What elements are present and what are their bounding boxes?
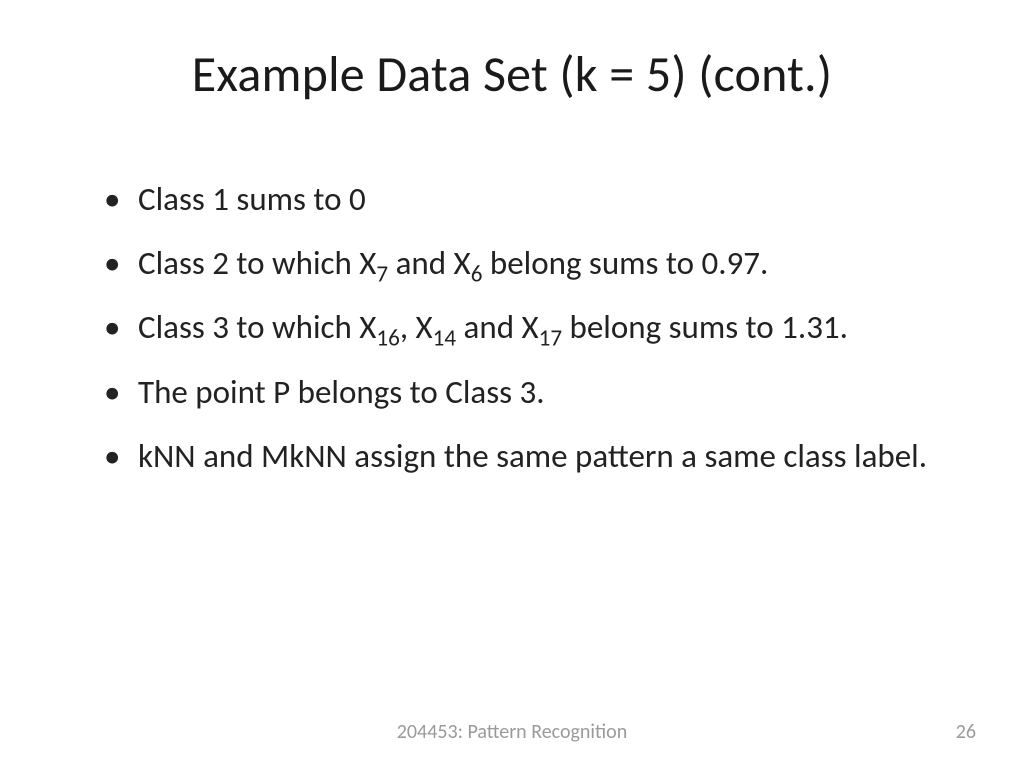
subscript: 7 bbox=[376, 261, 388, 289]
bullet-list: Class 1 sums to 0 Class 2 to which X7 an… bbox=[98, 178, 938, 477]
bullet-item: Class 1 sums to 0 bbox=[98, 178, 938, 220]
bullet-text-part: and X bbox=[456, 307, 539, 347]
bullet-text-part: Class 3 to which X bbox=[138, 307, 376, 347]
bullet-text: The point P belongs to Class 3. bbox=[138, 372, 545, 412]
subscript: 6 bbox=[471, 261, 483, 289]
bullet-item: kNN and MkNN assign the same pattern a s… bbox=[98, 435, 938, 477]
bullet-item: Class 3 to which X16, X14 and X17 belong… bbox=[98, 306, 938, 348]
subscript: 14 bbox=[433, 325, 456, 353]
bullet-text-part: Class 2 to which X bbox=[138, 243, 376, 283]
footer-course: 204453: Pattern Recognition bbox=[0, 720, 1024, 744]
bullet-text-part: belong sums to 1.31. bbox=[562, 307, 848, 347]
bullet-item: Class 2 to which X7 and X6 belong sums t… bbox=[98, 242, 938, 284]
subscript: 16 bbox=[376, 325, 399, 353]
bullet-text-part: belong sums to 0.97. bbox=[482, 243, 768, 283]
slide-title: Example Data Set (k = 5) (cont.) bbox=[0, 44, 1024, 105]
slide: Example Data Set (k = 5) (cont.) Class 1… bbox=[0, 0, 1024, 768]
bullet-item: The point P belongs to Class 3. bbox=[98, 371, 938, 413]
footer-page-number: 26 bbox=[956, 720, 976, 744]
bullet-text-part: , X bbox=[400, 307, 433, 347]
bullet-text-part: and X bbox=[388, 243, 471, 283]
bullet-text: Class 1 sums to 0 bbox=[138, 179, 366, 219]
slide-body: Class 1 sums to 0 Class 2 to which X7 an… bbox=[98, 178, 938, 499]
bullet-text: kNN and MkNN assign the same pattern a s… bbox=[138, 436, 927, 476]
subscript: 17 bbox=[539, 325, 562, 353]
